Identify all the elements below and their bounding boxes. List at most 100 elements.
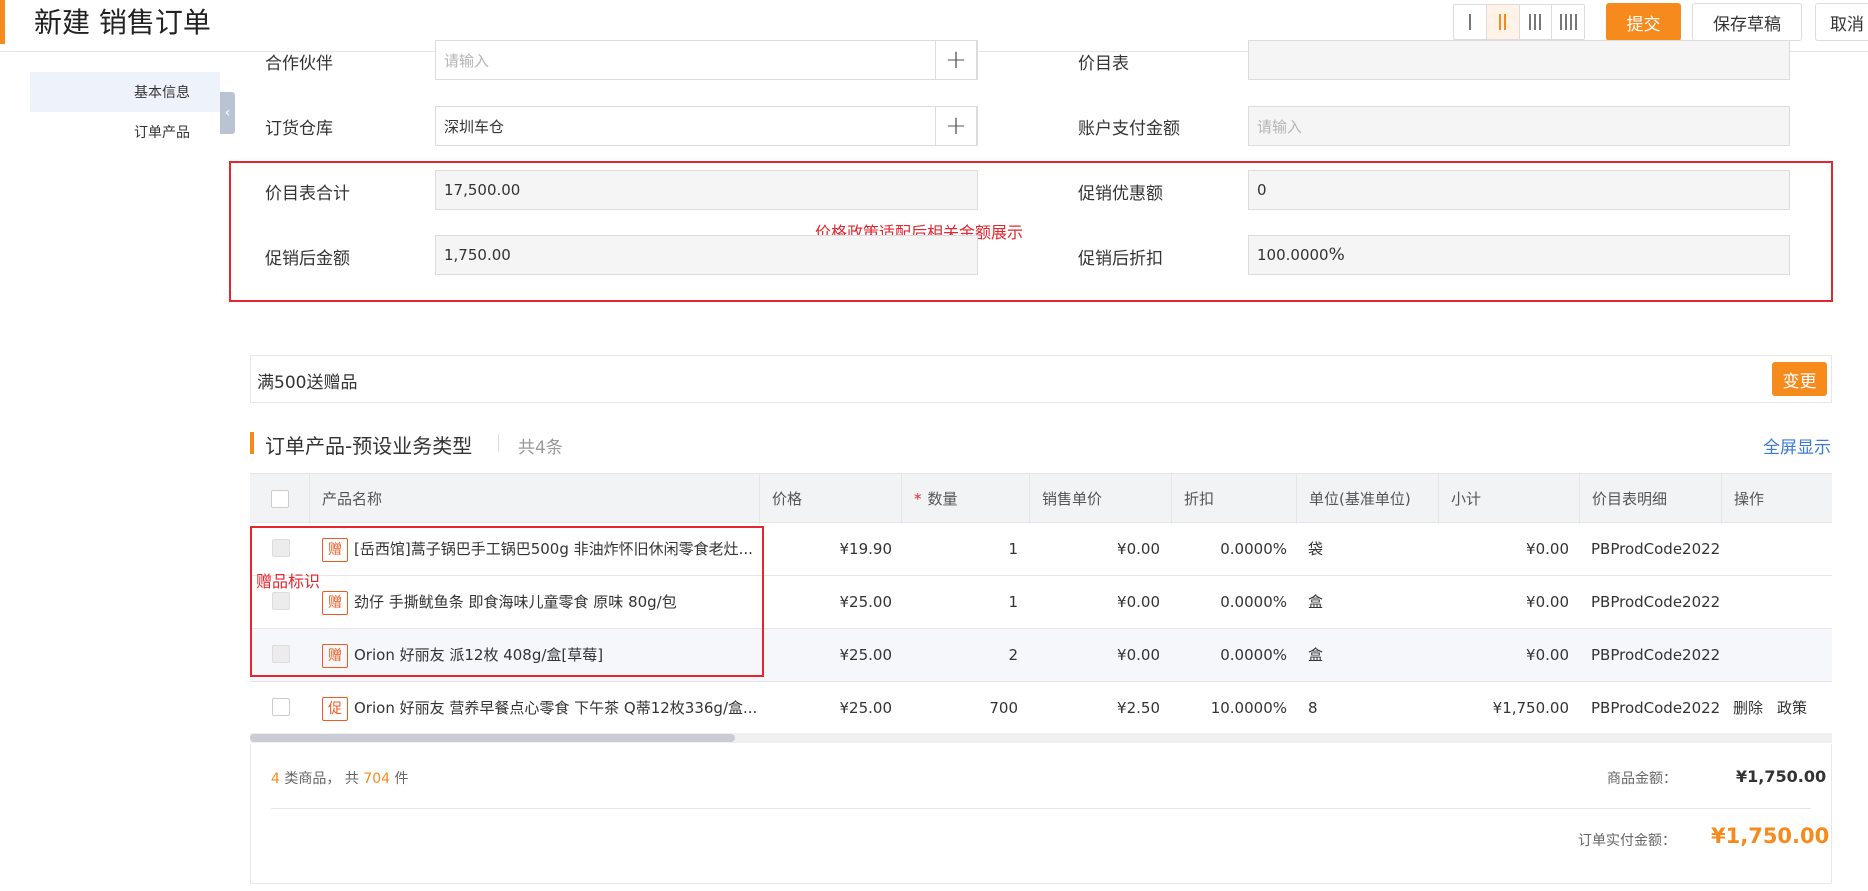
quantity-cell[interactable]: 1 [902,523,1018,575]
plus-icon: + [945,111,967,141]
account-pay-label: 账户支付金额 [1078,119,1180,139]
price-total-label: 价目表合计 [265,184,350,204]
unit-cell: 8 [1308,699,1318,717]
sidenav-item-label: 订单产品 [134,125,190,141]
summary-divider [271,808,1811,809]
section-count: 共4条 [518,438,563,458]
section-divider [498,434,499,452]
discount-cell: 0.0000% [1220,540,1287,558]
subtotal-cell: ¥0.00 [1526,540,1569,558]
total-count: 704 [363,771,391,787]
warehouse-label: 订货仓库 [265,119,333,139]
total-suffix: 件 [394,771,409,787]
unit-cell: 盒 [1308,646,1324,664]
warehouse-add-button[interactable]: + [935,106,977,146]
side-nav: 基本信息 订单产品 [30,72,220,152]
promo-discount-field: 0 [1248,170,1790,210]
warehouse-field[interactable]: 深圳车仓 + [435,106,978,146]
delete-link[interactable]: 删除 [1733,682,1773,734]
scrollbar-thumb[interactable] [250,734,735,742]
order-summary: 4 类商品， 共 704 件 商品金额： ¥1,750.00 订单实付金额： ¥… [250,744,1832,884]
price-detail-cell: PBProdCode202203 [1591,646,1721,664]
layout-3-column-option[interactable] [1520,5,1553,39]
price-cell: ¥25.00 [839,699,893,717]
quantity-cell[interactable]: 2 [902,629,1018,681]
layout-1-column-option[interactable] [1454,5,1487,39]
collapse-sidenav-button[interactable]: ‹ [220,92,235,134]
subtotal-cell: ¥0.00 [1526,646,1569,664]
page-title: 新建 销售订单 [34,6,211,39]
account-pay-placeholder: 请输入 [1257,117,1303,136]
header-unit-price: 销售单价 [1030,474,1172,524]
chevron-left-icon: ‹ [224,105,231,121]
price-list-label: 价目表 [1078,54,1129,74]
after-promo-rate-unit: % [1328,245,1345,265]
header-subtotal: 小计 [1439,474,1580,524]
subtotal-cell: ¥0.00 [1526,593,1569,611]
header-product-name: 产品名称 [310,474,760,524]
partner-field[interactable]: 请输入 + [435,40,978,80]
layout-2-column-option[interactable] [1486,5,1520,39]
account-pay-field[interactable]: 请输入 [1248,106,1790,146]
after-promo-amount-label: 促销后金额 [265,249,350,269]
summary-counts: 4 类商品， 共 704 件 [271,768,408,788]
header-quantity: * 数量 [902,474,1030,524]
unit-price-cell: ¥0.00 [1117,593,1160,611]
policy-link[interactable]: 政策 [1777,682,1817,734]
partner-add-button[interactable]: + [935,40,977,80]
title-accent-bar [0,0,5,44]
quantity-cell[interactable]: 700 [902,682,1018,734]
warehouse-value: 深圳车仓 [444,117,505,136]
gift-annotation-note: 赠品标识 [256,572,321,591]
partner-label: 合作伙伴 [265,54,333,74]
order-amount-label: 订单实付金额： [1578,833,1676,849]
table-row: 促 Orion 好丽友 营养早餐点心零食 下午茶 Q蒂12枚336g/盒... ¥… [250,682,1832,735]
promo-discount-value: 0 [1257,181,1267,199]
unit-cell: 盒 [1308,593,1324,611]
header-select-cell [250,474,310,524]
discount-cell: 10.0000% [1210,699,1287,717]
after-promo-rate-field: 100.0000% [1248,235,1790,275]
promotion-tag: 促 [322,696,348,721]
product-name: Orion 好丽友 营养早餐点心零食 下午茶 Q蒂12枚336g/盒... [354,699,758,717]
header-quantity-label: 数量 [927,490,958,508]
unit-price-cell: ¥0.00 [1117,646,1160,664]
goods-amount-value: ¥1,750.00 [1736,767,1827,786]
price-cell: ¥25.00 [839,593,893,611]
price-detail-cell: PBProdCode202204 [1591,540,1721,558]
after-promo-amount-value: 1,750.00 [444,246,511,264]
price-total-value: 17,500.00 [444,181,521,199]
subtotal-cell: ¥1,750.00 [1492,699,1569,717]
after-promo-amount-field: 1,750.00 [435,235,978,275]
fullscreen-link[interactable]: 全屏显示 [1763,433,1831,458]
save-draft-button[interactable]: 保存草稿 [1692,3,1802,41]
select-all-checkbox[interactable] [271,490,289,508]
price-list-field[interactable] [1248,40,1790,80]
product-name-cell: 促 Orion 好丽友 营养早餐点心零食 下午茶 Q蒂12枚336g/盒... [322,682,758,734]
promotion-strip: 满500送赠品 [250,355,1832,403]
change-promotion-button[interactable]: 变更 [1772,362,1827,396]
cancel-button[interactable]: 取消 [1815,3,1868,41]
header-price-detail: 价目表明细 [1580,474,1722,524]
price-total-field: 17,500.00 [435,170,978,210]
row-checkbox[interactable] [272,698,290,716]
unit-cell: 袋 [1308,540,1324,558]
sidenav-item-order-products[interactable]: 订单产品 [30,112,220,152]
layout-4-column-option[interactable] [1552,5,1584,39]
submit-button[interactable]: 提交 [1606,3,1681,41]
section-accent-bar [250,432,254,454]
promotion-text: 满500送赠品 [257,373,358,393]
kinds-count: 4 [271,771,280,787]
header-price: 价格 [760,474,902,524]
discount-cell: 0.0000% [1220,646,1287,664]
column-layout-switch[interactable] [1453,4,1585,40]
quantity-cell[interactable]: 1 [902,576,1018,628]
goods-amount-label: 商品金额： [1607,771,1677,787]
total-prefix: 共 [344,771,359,787]
sidenav-item-basic-info[interactable]: 基本信息 [30,72,220,112]
order-amount-value: ¥1,750.00 [1711,824,1830,848]
header-unit: 单位(基准单位) [1297,474,1439,524]
header-discount: 折扣 [1172,474,1297,524]
header-operations: 操作 [1734,490,1765,508]
price-detail-cell: PBProdCode202203 [1591,593,1721,611]
